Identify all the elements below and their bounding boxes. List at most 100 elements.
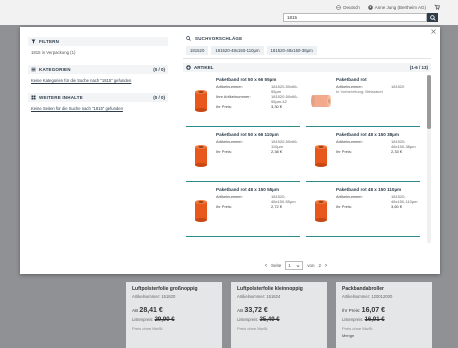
article-price: 2,38 € — [271, 149, 283, 154]
suggestion-chip[interactable]: 181520-48x150-110µm — [211, 46, 264, 55]
more-content-header: WEITERE INHALTE (0 / 0) — [28, 93, 168, 102]
close-button[interactable] — [431, 29, 436, 36]
more-content-empty-message[interactable]: Keine Seiten für die Suche nach "1815" g… — [28, 102, 168, 115]
filter-option[interactable]: 1815 in Verpackung (1) — [28, 46, 168, 59]
categories-count: (0 / 0) — [153, 67, 165, 72]
articles-count: (1-6 / 13) — [409, 65, 428, 70]
page-label: Seite — [271, 263, 282, 268]
article-number-label: Artikelnummer: — [216, 194, 243, 199]
article-card[interactable]: Paketband rot 48 x 150 55µm Artikelnumme… — [186, 185, 300, 237]
page-total: 2 — [318, 263, 322, 268]
list-price-value: 35,49 € — [259, 317, 280, 323]
prev-page-button[interactable]: ‹ — [265, 263, 267, 269]
list-icon — [31, 67, 36, 72]
articles-title: ARTIKEL — [194, 65, 214, 70]
tape-roll-image — [315, 144, 327, 167]
article-card[interactable]: Paketband rot 48 x 150 38µm Artikelnumme… — [306, 130, 420, 182]
product-article: Artikelnummer: 151824 — [237, 294, 281, 299]
price-prefix: AB — [132, 308, 139, 313]
globe-icon — [336, 4, 341, 10]
article-number: 181520-48x150-110µm — [391, 194, 418, 204]
product-image — [306, 75, 336, 126]
top-links: Deutsch Anne Jung (Bertheim AG) — [336, 4, 440, 10]
product-image — [186, 75, 216, 126]
search-icon — [429, 14, 436, 21]
vat-note: Preis ohne MwSt. — [237, 326, 269, 331]
product-price: Ihr Preis: 16,07 € — [342, 307, 426, 314]
price-prefix: Ihr Preis: — [342, 308, 361, 313]
article-number: 181520-50x66-55µm — [271, 84, 298, 94]
article-number-label: Artikelnummer: — [336, 139, 363, 144]
availability-note: In Vorbereitung: Bleistaket — [336, 89, 383, 94]
grid-icon — [31, 95, 36, 100]
own-article-number-label: Ihre Artikelnummer: — [216, 94, 251, 99]
product-price: AB 33,72 € — [237, 307, 321, 314]
article-card[interactable]: Paketband rot 50 x 66 55µm Artikelnummer… — [186, 75, 300, 127]
scrollbar-thumb[interactable] — [427, 75, 431, 129]
categories-empty-message[interactable]: Keine Kategorien für die Suche nach "181… — [28, 74, 168, 87]
article-card[interactable]: Paketband rot 50 x 66 110µm Artikelnumme… — [186, 130, 300, 182]
suggestion-chip[interactable]: 181520 — [186, 46, 209, 55]
cart-button[interactable] — [434, 4, 440, 10]
search-button[interactable] — [427, 13, 438, 22]
close-icon — [431, 29, 436, 34]
list-price-label: Listenpreis: — [237, 317, 259, 322]
chevron-down-icon — [296, 264, 300, 267]
filter-header: FILTERN — [28, 37, 168, 46]
filter-column: FILTERN 1815 in Verpackung (1) KATEGORIE… — [28, 34, 168, 115]
list-price-label: Listenpreis: — [132, 317, 154, 322]
language-switch[interactable]: Deutsch — [336, 5, 360, 10]
suggestions-title: SUCHVORSCHLÄGE — [195, 36, 243, 41]
article-price: 2,72 € — [271, 204, 283, 209]
filter-title: FILTERN — [39, 39, 60, 44]
price-value: 28,41 € — [139, 307, 163, 314]
list-price-value: 29,90 € — [154, 317, 175, 323]
product-card[interactable]: Luftpolsterfolie großnoppig Artikelnumme… — [126, 282, 222, 348]
article-name: Paketband rot 48 x 150 55µm — [216, 187, 279, 192]
product-name: Packbandabroller — [342, 286, 384, 292]
product-price: AB 28,41 € — [132, 307, 216, 314]
page-current: 1 — [288, 263, 291, 268]
product-image — [306, 185, 336, 236]
product-image — [306, 130, 336, 181]
article-number-label: Artikelnummer: — [216, 84, 243, 89]
search-results-modal: FILTERN 1815 in Verpackung (1) KATEGORIE… — [20, 27, 440, 274]
top-bar: Deutsch Anne Jung (Bertheim AG) — [0, 0, 458, 25]
article-number: 181520 — [391, 84, 405, 89]
product-card[interactable]: Packbandabroller Artikelnummer: 12001200… — [336, 282, 432, 348]
vat-note: Preis ohne MwSt. — [132, 326, 164, 331]
user-menu[interactable]: Anne Jung (Bertheim AG) — [367, 4, 426, 10]
article-name: Paketband rot 48 x 150 38µm — [336, 132, 399, 137]
user-label: Anne Jung (Bertheim AG) — [374, 4, 426, 10]
next-page-button[interactable]: › — [325, 263, 327, 269]
tape-roll-image — [315, 199, 327, 222]
product-article: Artikelnummer: 151820 — [132, 294, 176, 299]
suggestions-list: 181520 181520-48x150-110µm 181520-48x150… — [183, 43, 431, 59]
article-card[interactable]: Paketband rot 48 x 150 110µm Artikelnumm… — [306, 185, 420, 237]
categories-title: KATEGORIEN — [39, 67, 71, 72]
cart-icon — [434, 4, 440, 10]
product-name: Luftpolsterfolie kleinnoppig — [237, 286, 303, 292]
article-number: 181520-50x66-110µm — [271, 139, 298, 149]
more-content-count: (0 / 0) — [153, 95, 165, 100]
box-icon — [186, 65, 191, 70]
suggestion-chip[interactable]: 181520-48x150-38µm — [266, 46, 317, 55]
list-price: Listenpreis: 35,49 € — [237, 317, 321, 323]
filter-icon — [31, 39, 36, 44]
article-price: 3,60 € — [391, 204, 403, 209]
suggestions-header: SUCHVORSCHLÄGE — [183, 34, 431, 43]
articles-header: ARTIKEL (1-6 / 13) — [183, 63, 431, 72]
product-card[interactable]: Luftpolsterfolie kleinnoppig Artikelnumm… — [231, 282, 327, 348]
article-grid: Paketband rot 50 x 66 55µm Artikelnummer… — [183, 72, 431, 244]
article-price: 3,30 € — [271, 104, 283, 109]
language-label: Deutsch — [343, 4, 360, 10]
vat-note: Preis ohne MwSt. — [342, 326, 374, 331]
page-select[interactable]: 1 — [285, 261, 304, 270]
article-card[interactable]: Paketband rot Artikelnummer: 181520 In Vo… — [306, 75, 420, 127]
article-name: Paketband rot — [336, 77, 367, 82]
tape-roll-image — [195, 89, 207, 112]
results-scrollbar[interactable] — [427, 75, 431, 243]
search-input[interactable] — [283, 13, 427, 22]
price-value: 16,07 € — [361, 307, 386, 314]
product-name: Luftpolsterfolie großnoppig — [132, 286, 198, 292]
